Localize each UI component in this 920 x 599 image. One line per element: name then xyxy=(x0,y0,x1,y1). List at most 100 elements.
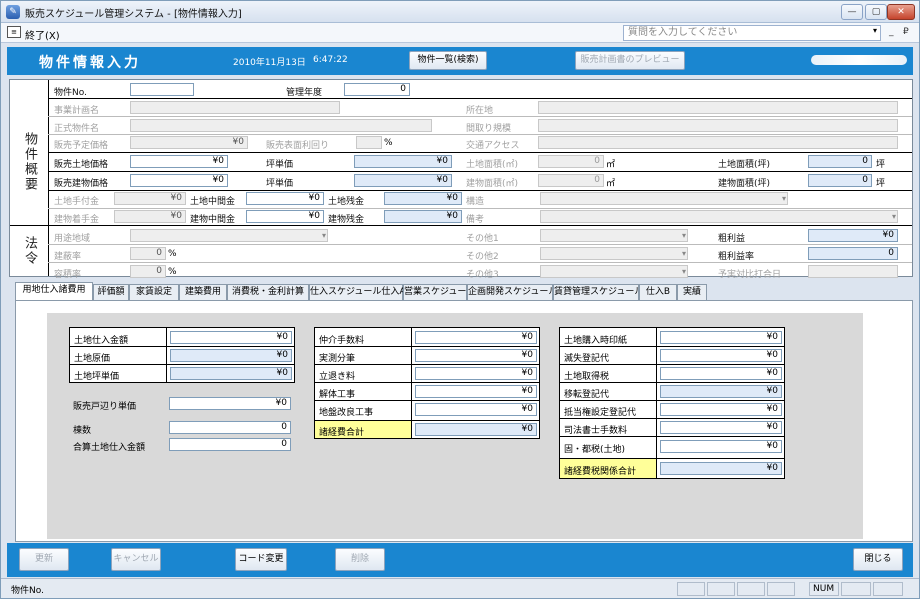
land-tsubo-price-input[interactable]: ¥0 xyxy=(170,367,292,380)
land-tsubo-unit: 坪 xyxy=(876,160,886,170)
tab-results[interactable]: 実績 xyxy=(677,284,707,300)
menu-exit[interactable]: 終了(X) xyxy=(25,27,60,42)
building-area-unit: ㎡ xyxy=(606,179,616,189)
tab-rental-schedule[interactable]: 賃貸管理スケジュール xyxy=(553,284,643,300)
sales-unit-price-input[interactable]: ¥0 xyxy=(169,397,291,410)
property-no-input[interactable] xyxy=(130,83,194,96)
loss-registration-label: 滅失登記代 xyxy=(564,354,610,364)
tab-planning-schedule[interactable]: 企画開発スケジュール xyxy=(467,284,557,300)
close-form-button[interactable]: 閉じる xyxy=(853,548,903,571)
land-area-label: 土地面積(㎡) xyxy=(466,160,519,170)
tax-total-input[interactable]: ¥0 xyxy=(660,462,782,475)
acquisition-tax-input[interactable]: ¥0 xyxy=(660,367,782,380)
land-area-unit: ㎡ xyxy=(606,160,616,170)
close-window-button[interactable]: ✕ xyxy=(887,4,915,20)
tsubo-price2-label: 坪単価 xyxy=(266,179,294,189)
building-interim-input[interactable]: ¥0 xyxy=(246,210,324,223)
planned-price-input[interactable]: ¥0 xyxy=(130,136,248,149)
land-deposit-input[interactable]: ¥0 xyxy=(114,192,186,205)
coverage-input[interactable]: 0 xyxy=(130,247,166,260)
building-start-input[interactable]: ¥0 xyxy=(114,210,186,223)
mdi-restore-button[interactable]: ₽ xyxy=(903,27,909,37)
other2-select[interactable] xyxy=(540,247,688,260)
surface-yield-input[interactable] xyxy=(356,136,382,149)
tab-valuation[interactable]: 評価額 xyxy=(93,284,129,300)
land-area-input[interactable]: 0 xyxy=(538,155,604,168)
misc-total-input[interactable]: ¥0 xyxy=(415,423,537,436)
property-tax-input[interactable]: ¥0 xyxy=(660,440,782,453)
mortgage-registration-input[interactable]: ¥0 xyxy=(660,403,782,416)
floor-plan-input[interactable] xyxy=(538,119,898,132)
loss-registration-input[interactable]: ¥0 xyxy=(660,349,782,362)
building-area-tsubo-input[interactable]: 0 xyxy=(808,174,872,187)
land-interim-input[interactable]: ¥0 xyxy=(246,192,324,205)
cancel-button[interactable]: キャンセル xyxy=(111,548,161,571)
location-input[interactable] xyxy=(538,101,898,114)
misc-total-label: 諸経費合計 xyxy=(319,428,365,438)
other3-select[interactable] xyxy=(540,265,688,278)
land-price-input[interactable]: ¥0 xyxy=(130,155,228,168)
floor-plan-label: 間取り規模 xyxy=(466,124,512,134)
minimize-button[interactable]: — xyxy=(841,4,863,20)
building-price-input[interactable]: ¥0 xyxy=(130,174,228,187)
tab-strip: 用地仕入諸費用 評価額 家賃設定 建築費用 消費税・金利計算 仕入スケジュール仕… xyxy=(15,282,913,300)
preview-button[interactable]: 販売計画書のプレビュー xyxy=(575,51,685,70)
building-balance-input[interactable]: ¥0 xyxy=(384,210,462,223)
land-deposit-label: 土地手付金 xyxy=(54,197,100,207)
gross-profit-input[interactable]: ¥0 xyxy=(808,229,898,242)
tab-purchase-schedule-a[interactable]: 仕入スケジュール仕入A xyxy=(309,284,406,300)
scrivener-fee-input[interactable]: ¥0 xyxy=(660,421,782,434)
tab-purchase-b[interactable]: 仕入B xyxy=(639,284,677,300)
transport-input[interactable] xyxy=(538,136,898,149)
code-change-button[interactable]: コード変更 xyxy=(235,548,287,571)
delete-button[interactable]: 削除 xyxy=(335,548,385,571)
brokerage-fee-input[interactable]: ¥0 xyxy=(415,331,537,344)
update-button[interactable]: 更新 xyxy=(19,548,69,571)
eviction-fee-input[interactable]: ¥0 xyxy=(415,367,537,380)
mdi-minimize-button[interactable]: _ xyxy=(889,27,894,37)
mgmt-year-input[interactable]: 0 xyxy=(344,83,410,96)
tab-sales-schedule[interactable]: 営業スケジュール xyxy=(403,284,475,300)
eviction-fee-label: 立退き料 xyxy=(319,372,356,382)
project-plan-name-input[interactable] xyxy=(130,101,340,114)
property-tax-label: 固・都税(土地) xyxy=(564,445,626,455)
tab-rent[interactable]: 家賃設定 xyxy=(129,284,179,300)
transfer-registration-input[interactable]: ¥0 xyxy=(660,385,782,398)
survey-input[interactable]: ¥0 xyxy=(415,349,537,362)
land-balance-input[interactable]: ¥0 xyxy=(384,192,462,205)
demolition-input[interactable]: ¥0 xyxy=(415,385,537,398)
land-area-tsubo-input[interactable]: 0 xyxy=(808,155,872,168)
budget-meeting-input[interactable] xyxy=(808,265,898,278)
tab-land-costs[interactable]: 用地仕入諸費用 xyxy=(15,282,93,300)
tab-construction[interactable]: 建築費用 xyxy=(179,284,227,300)
mortgage-registration-label: 抵当権設定登記代 xyxy=(564,408,637,418)
tsubo-price-input[interactable]: ¥0 xyxy=(354,155,452,168)
land-cost-input[interactable]: ¥0 xyxy=(170,349,292,362)
help-dropdown-icon[interactable]: ▾ xyxy=(873,26,883,40)
total-land-input[interactable]: 0 xyxy=(169,438,291,451)
help-search-input[interactable]: 質問を入力してください xyxy=(623,25,881,41)
property-list-button[interactable]: 物件一覧(検索) xyxy=(409,51,487,70)
tab-tax-interest[interactable]: 消費税・金利計算 xyxy=(227,284,309,300)
building-area-input[interactable]: 0 xyxy=(538,174,604,187)
gross-profit-label: 粗利益 xyxy=(718,234,746,244)
far-input[interactable]: 0 xyxy=(130,265,166,278)
ground-improvement-label: 地盤改良工事 xyxy=(319,408,374,418)
ground-improvement-input[interactable]: ¥0 xyxy=(415,403,537,416)
land-price-label: 販売土地価格 xyxy=(54,160,109,170)
structure-select[interactable] xyxy=(540,192,788,205)
user-name-blurred xyxy=(811,55,907,65)
remarks-select[interactable] xyxy=(540,210,898,223)
stamp-duty-input[interactable]: ¥0 xyxy=(660,331,782,344)
building-area-tsubo-label: 建物面積(坪) xyxy=(718,179,771,189)
stamp-duty-label: 土地購入時印紙 xyxy=(564,336,628,346)
zoning-select[interactable] xyxy=(130,229,328,242)
tsubo-price2-input[interactable]: ¥0 xyxy=(354,174,452,187)
official-name-input[interactable] xyxy=(130,119,432,132)
other1-select[interactable] xyxy=(540,229,688,242)
count-input[interactable]: 0 xyxy=(169,421,291,434)
gross-margin-label: 粗利益率 xyxy=(718,252,755,262)
maximize-button[interactable]: ▢ xyxy=(865,4,887,20)
land-purchase-input[interactable]: ¥0 xyxy=(170,331,292,344)
gross-margin-input[interactable]: 0 xyxy=(808,247,898,260)
